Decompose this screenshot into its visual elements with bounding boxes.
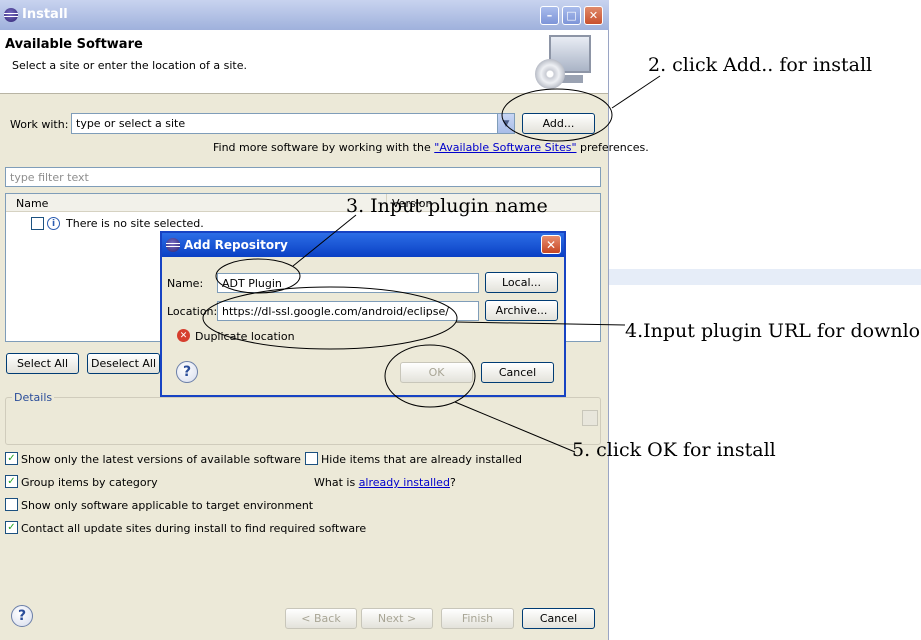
find-more-suffix: preferences. — [576, 141, 649, 154]
next-button[interactable]: Next > — [361, 608, 433, 629]
back-button[interactable]: < Back — [285, 608, 357, 629]
close-icon: ✕ — [545, 237, 557, 252]
page-subtitle: Select a site or enter the location of a… — [12, 59, 248, 72]
work-with-placeholder: type or select a site — [76, 117, 186, 130]
contact-sites-label: Contact all update sites during install … — [21, 522, 367, 535]
tree-empty-message: There is no site selected. — [66, 217, 204, 230]
maximize-icon: □ — [566, 9, 577, 22]
minimize-icon: – — [546, 9, 553, 22]
step2-annotation: 2. click Add.. for install — [648, 54, 873, 76]
dialog-title: Add Repository — [184, 238, 288, 252]
close-button[interactable]: ✕ — [584, 6, 603, 25]
step5-annotation: 5. click OK for install — [572, 439, 776, 461]
name-value: ADT Plugin — [222, 276, 282, 290]
details-group: Details — [5, 391, 601, 445]
dialog-close-button[interactable]: ✕ — [541, 235, 561, 254]
error-icon: ✕ — [177, 329, 190, 342]
hide-installed-checkbox[interactable] — [305, 452, 318, 465]
help-icon[interactable]: ? — [11, 605, 33, 627]
page-title: Available Software — [5, 37, 143, 52]
what-is-prefix: What is — [314, 476, 359, 489]
details-label: Details — [12, 391, 55, 404]
step3-annotation: 3. Input plugin name — [346, 195, 548, 217]
show-latest-label: Show only the latest versions of availab… — [21, 453, 301, 466]
cancel-button[interactable]: Cancel — [522, 608, 595, 629]
find-more-text: Find more software by working with the "… — [213, 141, 649, 154]
maximize-button[interactable]: □ — [562, 6, 581, 25]
tree-item-checkbox[interactable] — [31, 217, 44, 230]
screenshot-stage: Install – □ ✕ Available Software Select … — [0, 0, 921, 640]
step2-pointer — [611, 75, 661, 109]
column-name[interactable]: Name — [16, 197, 48, 210]
background-band — [609, 269, 921, 285]
work-with-label: Work with: — [10, 118, 69, 131]
group-by-category-checkbox[interactable]: ✓ — [5, 475, 18, 488]
group-by-category-label: Group items by category — [21, 476, 158, 489]
finish-button[interactable]: Finish — [441, 608, 514, 629]
name-label: Name: — [167, 277, 204, 290]
target-env-label: Show only software applicable to target … — [21, 499, 314, 512]
chevron-down-icon[interactable]: ▼ — [497, 114, 514, 133]
find-more-prefix: Find more software by working with the — [213, 141, 435, 154]
eclipse-icon — [4, 8, 18, 22]
close-icon: ✕ — [588, 9, 599, 22]
info-icon: i — [47, 217, 60, 230]
filter-placeholder: type filter text — [10, 170, 89, 184]
help-icon[interactable]: ? — [176, 361, 198, 383]
location-field[interactable]: https://dl-ssl.google.com/android/eclips… — [217, 301, 479, 321]
add-button[interactable]: Add... — [522, 113, 595, 134]
select-all-button[interactable]: Select All — [6, 353, 79, 374]
location-value: https://dl-ssl.google.com/android/eclips… — [222, 304, 449, 318]
window-titlebar[interactable]: Install – □ ✕ — [0, 0, 609, 30]
add-repository-dialog: Add Repository ✕ Name: ADT Plugin Local.… — [160, 231, 566, 397]
work-with-combo[interactable]: type or select a site — [71, 113, 515, 134]
filter-input[interactable]: type filter text — [5, 167, 601, 187]
hide-installed-label: Hide items that are already installed — [321, 453, 523, 466]
already-installed-link[interactable]: already installed — [359, 476, 450, 489]
install-software-icon — [535, 33, 595, 91]
show-latest-checkbox[interactable]: ✓ — [5, 452, 18, 465]
location-label: Location: — [167, 305, 218, 318]
window-title: Install — [22, 7, 68, 22]
name-field[interactable]: ADT Plugin — [217, 273, 479, 293]
what-is-suffix: ? — [449, 476, 456, 489]
wizard-header: Available Software Select a site or ente… — [0, 30, 608, 94]
step4-annotation: 4.Input plugin URL for download — [625, 320, 921, 342]
contact-sites-checkbox[interactable]: ✓ — [5, 521, 18, 534]
target-env-checkbox[interactable] — [5, 498, 18, 511]
minimize-button[interactable]: – — [540, 6, 559, 25]
what-is-installed-text: What is already installed? — [314, 476, 456, 489]
archive-button[interactable]: Archive... — [485, 300, 558, 321]
eclipse-icon — [166, 238, 180, 252]
error-message: Duplicate location — [195, 330, 295, 343]
deselect-all-button[interactable]: Deselect All — [87, 353, 160, 374]
dialog-cancel-button[interactable]: Cancel — [481, 362, 554, 383]
dialog-titlebar[interactable]: Add Repository ✕ — [162, 233, 564, 257]
local-button[interactable]: Local... — [485, 272, 558, 293]
available-software-sites-link[interactable]: "Available Software Sites" — [434, 141, 576, 154]
details-scrollbar[interactable] — [582, 410, 598, 426]
ok-button[interactable]: OK — [400, 362, 473, 383]
